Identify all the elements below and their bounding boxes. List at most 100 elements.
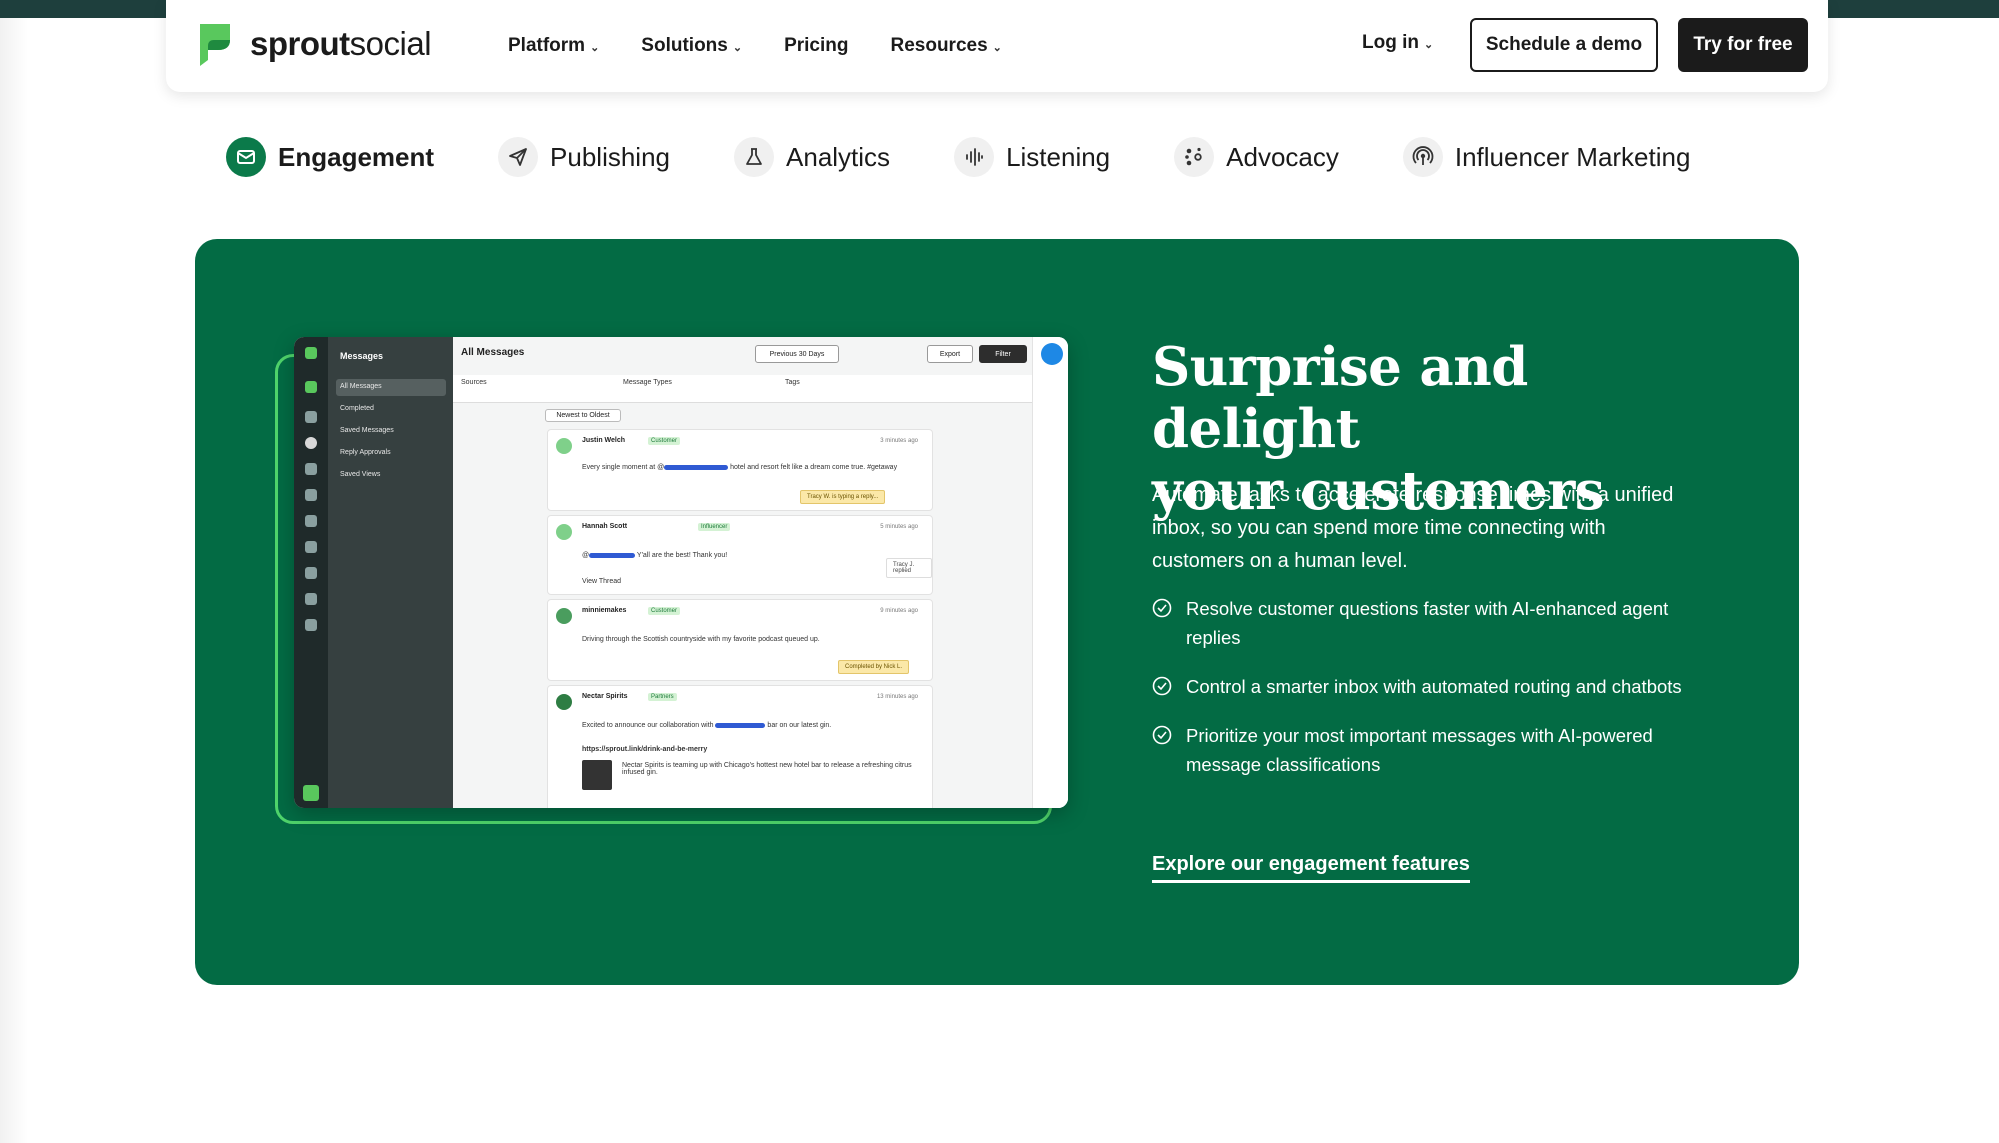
filter-row: Sources Message Types Tags — [453, 375, 1033, 403]
bot-icon — [305, 593, 317, 605]
date-range-button[interactable]: Previous 30 Days — [755, 345, 839, 363]
bar-chart-icon — [305, 567, 317, 579]
check-circle-icon — [1152, 725, 1172, 745]
bullet-text: Prioritize your most important messages … — [1186, 725, 1653, 775]
sidebar-item-saved-views[interactable]: Saved Views — [336, 467, 446, 484]
filter-message-types[interactable]: Message Types — [623, 379, 672, 386]
filter-button[interactable]: Filter — [979, 345, 1027, 363]
sidebar-item-reply-approvals[interactable]: Reply Approvals — [336, 445, 446, 462]
app-screenshot: Messages All Messages Completed Saved Me… — [294, 337, 1068, 808]
link-preview-text: Nectar Spirits is teaming up with Chicag… — [622, 762, 912, 776]
sprout-app-icon — [303, 785, 319, 801]
sprout-leaf-icon — [305, 347, 317, 359]
avatar — [556, 608, 572, 624]
folder-icon — [305, 381, 317, 393]
tab-label: Listening — [1006, 141, 1111, 172]
app-icon-rail — [294, 337, 328, 808]
sidebar-item-saved-messages[interactable]: Saved Messages — [336, 423, 446, 440]
try-free-button[interactable]: Try for free — [1678, 18, 1808, 72]
list-item: Control a smarter inbox with automated r… — [1152, 672, 1712, 701]
message-card[interactable]: Justin Welch Customer 3 minutes ago Ever… — [547, 429, 933, 511]
shared-link[interactable]: https://sprout.link/drink-and-be-merry — [582, 746, 922, 753]
sidebar-item-all-messages[interactable]: All Messages — [336, 379, 446, 396]
check-circle-icon — [1152, 676, 1172, 696]
list-icon — [305, 489, 317, 501]
nav-resources[interactable]: Resources ⌄ — [890, 35, 1001, 57]
engagement-hero: Messages All Messages Completed Saved Me… — [195, 239, 1799, 985]
main-title: All Messages — [461, 347, 525, 358]
message-card[interactable]: Hannah Scott Influencer 5 minutes ago @ … — [547, 515, 933, 595]
app-right-rail — [1032, 337, 1068, 808]
message-text: Driving through the Scottish countryside… — [582, 636, 820, 643]
avatar — [556, 524, 572, 540]
completed-note: Completed by Nick L. — [838, 660, 910, 674]
tab-analytics[interactable]: Analytics — [734, 137, 890, 177]
export-button[interactable]: Export — [927, 345, 973, 363]
page-edge-shade — [0, 18, 28, 1143]
tab-label: Engagement — [278, 141, 435, 172]
site-header: sproutsocial Platform ⌄ Solutions ⌄ Pricin… — [166, 0, 1828, 92]
avatar — [556, 438, 572, 454]
feature-tabs: Engagement Publishing Analytics Listenin… — [226, 136, 1754, 178]
send-icon — [305, 515, 317, 527]
app-sidebar: Messages All Messages Completed Saved Me… — [328, 337, 453, 808]
message-author: minniemakes — [582, 607, 627, 614]
nodes-icon — [1174, 137, 1215, 177]
star-icon — [305, 619, 317, 631]
list-item: Resolve customer questions faster with A… — [1152, 594, 1712, 652]
tab-label: Analytics — [786, 141, 891, 172]
tab-listening[interactable]: Listening — [954, 137, 1110, 177]
login-link[interactable]: Log in ⌄ — [1362, 32, 1433, 54]
message-text: @ Y'all are the best! Thank you! — [582, 552, 728, 559]
nav-platform[interactable]: Platform ⌄ — [508, 35, 599, 57]
typing-note: Tracy W. is typing a reply... — [800, 490, 886, 504]
bullet-text: Resolve customer questions faster with A… — [1186, 598, 1669, 648]
tab-engagement[interactable]: Engagement — [226, 137, 434, 177]
sprout-leaf-icon — [200, 24, 230, 66]
nav-pricing[interactable]: Pricing — [784, 35, 848, 57]
reply-tooltip: Tracy J. replied — [886, 558, 932, 578]
list-item: Prioritize your most important messages … — [1152, 721, 1712, 779]
message-time: 13 minutes ago — [876, 694, 918, 700]
message-tag: Influencer — [698, 523, 731, 531]
tab-label: Publishing — [550, 141, 671, 172]
logo[interactable]: sproutsocial — [194, 20, 432, 68]
check-circle-icon — [1152, 598, 1172, 618]
filter-sources[interactable]: Sources — [461, 379, 487, 386]
message-tag: Partners — [648, 693, 677, 701]
tab-influencer-marketing[interactable]: Influencer Marketing — [1402, 137, 1690, 177]
tab-label: Advocacy — [1226, 141, 1339, 172]
sort-select[interactable]: Newest to Oldest — [545, 409, 621, 422]
chevron-down-icon: ⌄ — [1423, 38, 1434, 51]
sidebar-item-completed[interactable]: Completed — [336, 401, 446, 418]
tab-advocacy[interactable]: Advocacy — [1174, 137, 1339, 177]
message-card[interactable]: Nectar Spirits Partners 13 minutes ago E… — [547, 685, 933, 808]
hero-subtitle: Automate tasks to accelerate response ti… — [1152, 484, 1674, 572]
avatar — [556, 694, 572, 710]
compose-icon[interactable] — [1041, 343, 1063, 365]
tab-publishing[interactable]: Publishing — [498, 137, 670, 177]
schedule-demo-button[interactable]: Schedule a demo — [1470, 18, 1658, 72]
nav-solutions[interactable]: Solutions ⌄ — [641, 35, 742, 57]
chevron-down-icon: ⌄ — [590, 41, 600, 54]
message-tag: Customer — [648, 607, 681, 615]
message-time: 9 minutes ago — [880, 608, 918, 614]
broadcast-icon — [1402, 137, 1443, 177]
link-preview-thumbnail — [582, 760, 612, 790]
app-main: All Messages Previous 30 Days Export Fil… — [453, 337, 1068, 808]
message-text: Every single moment at @ hotel and resor… — [582, 464, 898, 471]
view-thread-link[interactable]: View Thread — [582, 578, 922, 585]
feature-bullets: Resolve customer questions faster with A… — [1152, 594, 1712, 799]
message-card[interactable]: minniemakes Customer 9 minutes ago Drivi… — [547, 599, 933, 681]
message-tag: Customer — [648, 437, 681, 445]
chevron-down-icon: ⌄ — [732, 41, 743, 54]
filter-tags[interactable]: Tags — [785, 379, 800, 386]
explore-engagement-link[interactable]: Explore our engagement features — [1152, 853, 1470, 883]
waveform-icon — [954, 137, 995, 177]
logo-wordmark: sproutsocial — [250, 25, 432, 62]
message-time: 3 minutes ago — [880, 438, 918, 444]
waveform-icon — [305, 541, 317, 553]
inbox-icon — [305, 437, 317, 449]
bullet-text: Control a smarter inbox with automated r… — [1186, 676, 1682, 697]
main-nav: Platform ⌄ Solutions ⌄ Pricing Resources ⌄ — [508, 0, 1044, 92]
